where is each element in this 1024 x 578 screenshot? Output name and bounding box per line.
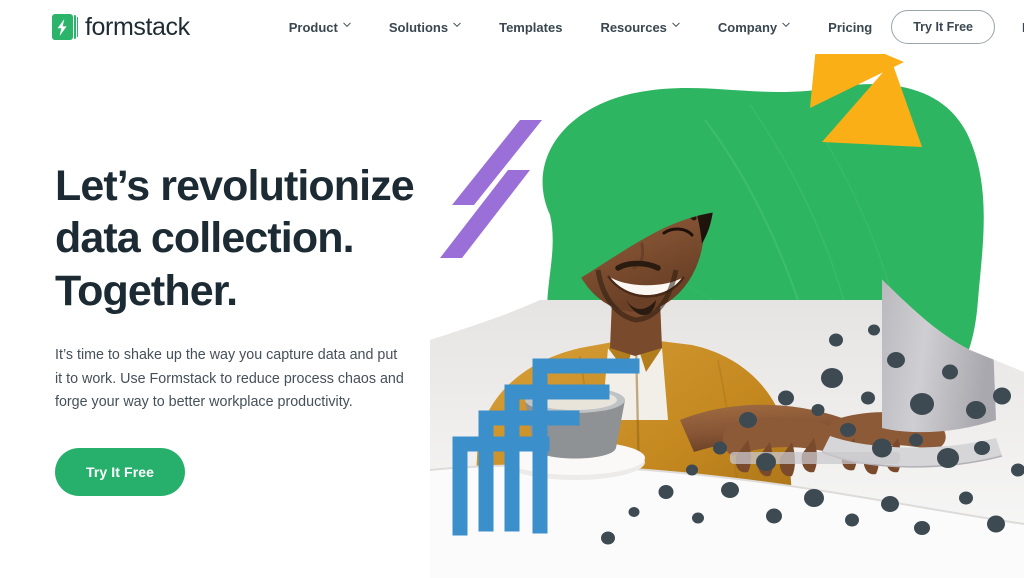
page-title: Let’s revolutionize data collection. Tog… bbox=[55, 160, 455, 317]
nav-item-label: Product bbox=[288, 19, 338, 35]
hero-paragraph: It’s time to shake up the way you captur… bbox=[55, 347, 404, 410]
chevron-down-icon bbox=[343, 21, 351, 29]
nav-item-label: Pricing bbox=[828, 19, 873, 35]
formstack-logo[interactable]: formstack bbox=[52, 13, 190, 42]
headline-line-2: data collection. bbox=[55, 214, 355, 263]
nav-item-label: Company bbox=[717, 19, 778, 35]
purple-stripes-decoration bbox=[440, 120, 542, 258]
chevron-down-icon bbox=[782, 21, 790, 29]
hero-artwork-svg bbox=[430, 26, 1024, 578]
nav-item-label: Resources bbox=[600, 19, 667, 35]
nav-item-company[interactable]: Company bbox=[699, 20, 809, 35]
hero-content: Let’s revolutionize data collection. Tog… bbox=[55, 160, 455, 496]
formstack-wordmark: formstack bbox=[85, 12, 190, 41]
nav-item-templates[interactable]: Templates bbox=[480, 20, 581, 35]
nav-item-solutions[interactable]: Solutions bbox=[370, 20, 480, 35]
nav-right-actions: Try It Free Log In bbox=[891, 10, 1024, 44]
nav-item-label: Templates bbox=[499, 19, 563, 35]
nav-links: Product Solutions Templates Resources Co… bbox=[270, 20, 891, 35]
hero-illustration bbox=[430, 0, 1024, 578]
formstack-homepage-hero: formstack Product Solutions Templates Re… bbox=[0, 0, 1024, 578]
nav-item-product[interactable]: Product bbox=[270, 20, 370, 35]
chevron-down-icon bbox=[672, 21, 680, 29]
hero-try-it-free-button[interactable]: Try It Free bbox=[55, 447, 186, 496]
headline-line-3: Together. bbox=[55, 266, 238, 315]
nav-try-it-free-button[interactable]: Try It Free bbox=[891, 10, 995, 44]
nav-item-label: Solutions bbox=[388, 19, 449, 35]
headline-line-1: Let’s revolutionize bbox=[55, 162, 415, 210]
main-navigation-bar: formstack Product Solutions Templates Re… bbox=[0, 0, 1024, 54]
nav-item-resources[interactable]: Resources bbox=[581, 20, 698, 35]
chevron-down-icon bbox=[453, 21, 461, 29]
nav-item-pricing[interactable]: Pricing bbox=[809, 20, 891, 35]
formstack-bolt-logo-icon bbox=[52, 14, 79, 40]
